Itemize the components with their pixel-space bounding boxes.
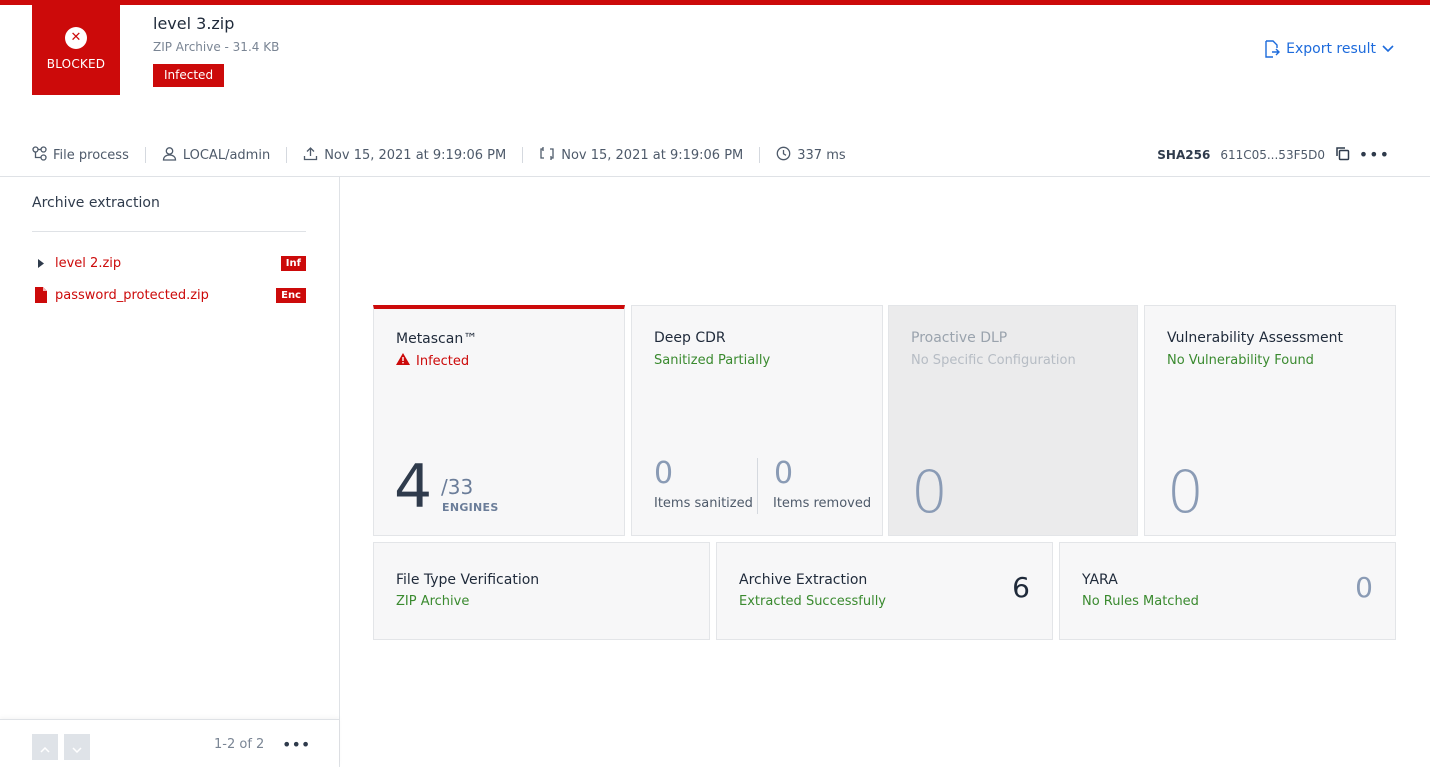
card-status: No Specific Configuration	[911, 353, 1076, 368]
card-status: ZIP Archive	[396, 594, 470, 609]
top-accent-bar	[0, 0, 1430, 5]
encrypted-badge: Enc	[276, 287, 306, 303]
more-options-icon[interactable]: •••	[1359, 143, 1390, 167]
file-icon	[32, 287, 50, 303]
vulnerability-count: 0	[1167, 458, 1204, 526]
duration-label: 337 ms	[797, 147, 846, 163]
tree-item-level-2-zip[interactable]: level 2.zip Inf	[32, 252, 306, 274]
sidebar-rule	[32, 231, 306, 232]
processed-time: Nov 15, 2021 at 9:19:06 PM	[539, 146, 743, 165]
more-options-icon[interactable]: •••	[282, 735, 310, 754]
export-label: Export result	[1286, 41, 1376, 57]
copy-icon[interactable]	[1335, 146, 1350, 164]
status-label: BLOCKED	[46, 57, 106, 71]
upload-time-label: Nov 15, 2021 at 9:19:06 PM	[324, 147, 507, 163]
card-status-label: Infected	[416, 353, 470, 369]
file-info: ZIP Archive - 31.4 KB	[153, 40, 280, 54]
user-label: LOCAL/admin	[182, 147, 271, 163]
chevron-up-icon	[40, 738, 50, 757]
file-process-label: File process	[53, 147, 129, 163]
tree-item-password-protected-zip[interactable]: password_protected.zip Enc	[32, 284, 306, 306]
yara-card[interactable]: YARA No Rules Matched 0	[1059, 542, 1396, 640]
page-up-button[interactable]	[32, 734, 58, 760]
sha256-hash: SHA256 611C05...53F5D0	[1157, 143, 1350, 167]
deep-cdr-card[interactable]: Deep CDR Sanitized Partially 0 Items san…	[631, 305, 883, 536]
chevron-down-icon	[72, 738, 82, 757]
export-result-button[interactable]: Export result	[1264, 40, 1394, 58]
divider	[759, 147, 761, 163]
warning-icon	[396, 353, 410, 369]
card-status: Sanitized Partially	[654, 353, 771, 368]
sha-value: 611C05...53F5D0	[1220, 148, 1325, 162]
total-engines-count: /33	[441, 475, 474, 499]
header-divider	[0, 176, 1430, 177]
infected-badge: Inf	[280, 255, 306, 271]
card-title: YARA	[1082, 572, 1118, 588]
card-title: Metascan™	[396, 331, 478, 347]
extracted-count: 6	[1012, 571, 1030, 604]
items-sanitized-count: 0	[654, 456, 674, 491]
card-title: Archive Extraction	[739, 572, 868, 588]
sidebar-divider	[339, 177, 340, 767]
items-removed-count: 0	[774, 456, 794, 491]
caret-right-icon[interactable]	[32, 258, 50, 268]
archive-extraction-card[interactable]: Archive Extraction Extracted Successfull…	[716, 542, 1053, 640]
sidebar-title: Archive extraction	[32, 195, 160, 211]
items-removed-label: Items removed	[773, 496, 872, 511]
upload-time: Nov 15, 2021 at 9:19:06 PM	[303, 146, 506, 165]
processed-time-label: Nov 15, 2021 at 9:19:06 PM	[561, 147, 744, 163]
card-title: Vulnerability Assessment	[1167, 330, 1343, 346]
chevron-down-icon	[1382, 45, 1394, 53]
divider	[757, 458, 758, 514]
divider	[286, 147, 288, 163]
card-status: No Vulnerability Found	[1167, 353, 1314, 368]
pagination-count: 1-2 of 2	[214, 737, 265, 752]
card-status: Infected	[396, 353, 469, 369]
metascan-card[interactable]: Metascan™ Infected 4 /33 ENGINES	[373, 305, 625, 536]
verdict-tag: Infected	[153, 64, 225, 87]
divider	[522, 147, 524, 163]
user-icon	[162, 146, 177, 165]
card-title: Deep CDR	[654, 330, 726, 346]
dlp-count: 0	[911, 458, 948, 526]
refresh-icon	[539, 146, 555, 165]
sha-key: SHA256	[1157, 148, 1211, 162]
file-meta-row: File process LOCAL/admin Nov 15, 2021 at…	[32, 143, 846, 167]
card-title: Proactive DLP	[911, 330, 1008, 346]
user-info: LOCAL/admin	[162, 146, 270, 165]
card-status: Extracted Successfully	[739, 594, 887, 609]
card-status: No Rules Matched	[1082, 594, 1199, 609]
card-title: File Type Verification	[396, 572, 540, 588]
divider	[144, 147, 146, 163]
export-file-icon	[1264, 40, 1281, 58]
page-down-button[interactable]	[64, 734, 90, 760]
workflow-icon	[32, 145, 47, 165]
blocked-status-badge: ✕ BLOCKED	[32, 5, 120, 95]
yara-match-count: 0	[1355, 571, 1373, 604]
upload-icon	[303, 146, 318, 165]
duration: 337 ms	[776, 146, 846, 165]
file-name: level 3.zip	[153, 14, 235, 33]
tree-item-label: level 2.zip	[55, 255, 122, 271]
detected-engines-count: 4	[394, 452, 433, 522]
items-sanitized-label: Items sanitized	[654, 496, 753, 511]
sidebar-pagination: 1-2 of 2 •••	[0, 719, 339, 767]
tree-item-label: password_protected.zip	[55, 287, 209, 303]
file-type-verification-card[interactable]: File Type Verification ZIP Archive	[373, 542, 710, 640]
file-process-link[interactable]: File process	[32, 145, 129, 165]
clock-icon	[776, 146, 791, 165]
vulnerability-assessment-card[interactable]: Vulnerability Assessment No Vulnerabilit…	[1144, 305, 1396, 536]
x-circle-icon: ✕	[65, 27, 87, 49]
proactive-dlp-card: Proactive DLP No Specific Configuration …	[888, 305, 1138, 536]
engines-label: ENGINES	[442, 501, 499, 514]
